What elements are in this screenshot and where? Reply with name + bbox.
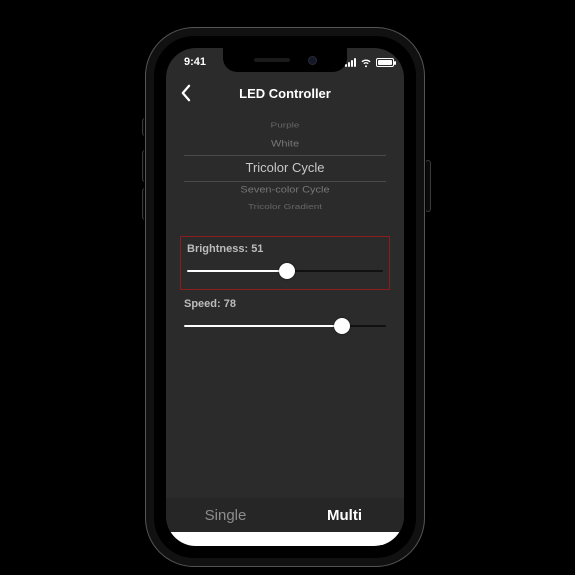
speed-thumb[interactable] [334, 318, 350, 334]
phone-mute-switch [142, 118, 148, 136]
front-camera-icon [308, 56, 317, 65]
nav-bar: LED Controller [166, 76, 404, 110]
mode-picker[interactable]: Purple White Tricolor Cycle Seven-color … [166, 110, 404, 236]
status-icons [345, 56, 394, 68]
status-time: 9:41 [184, 56, 206, 68]
tab-single[interactable]: Single [166, 498, 285, 532]
home-indicator-area [166, 532, 404, 546]
speed-label: Speed: 78 [184, 298, 386, 310]
screen: 9:41 [166, 48, 404, 546]
brightness-slider-block: Brightness: 51 [180, 236, 390, 290]
picker-item[interactable]: Seven-color Cycle [166, 185, 404, 195]
phone-frame: 9:41 [154, 36, 416, 558]
phone-notch [223, 48, 347, 72]
picker-item-selected[interactable]: Tricolor Cycle [166, 160, 404, 175]
page-title: LED Controller [239, 86, 331, 101]
tab-multi[interactable]: Multi [285, 498, 404, 532]
brightness-label: Brightness: 51 [187, 243, 383, 255]
brightness-slider[interactable] [187, 263, 383, 279]
picker-item[interactable]: Purple [166, 122, 404, 130]
brightness-thumb[interactable] [279, 263, 295, 279]
speed-slider-block: Speed: 78 [184, 290, 386, 348]
wifi-icon [360, 56, 372, 68]
phone-power-button [425, 160, 431, 212]
speed-slider[interactable] [184, 318, 386, 334]
picker-item[interactable]: White [166, 139, 404, 149]
bottom-tabs: Single Multi [166, 498, 404, 532]
phone-volume-down [142, 188, 148, 220]
battery-icon [376, 58, 394, 67]
content-area: Purple White Tricolor Cycle Seven-color … [166, 110, 404, 498]
picker-item[interactable]: Tricolor Gradient [166, 204, 404, 212]
phone-volume-up [142, 150, 148, 182]
back-button[interactable] [174, 82, 196, 104]
